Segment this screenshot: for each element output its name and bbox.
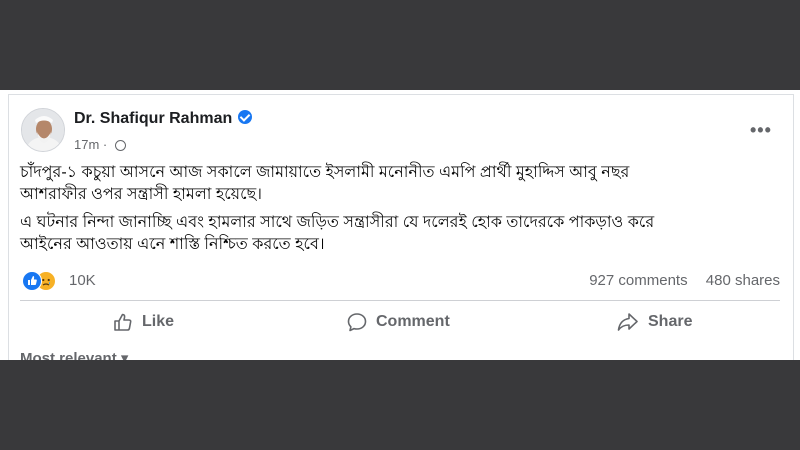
share-button-label: Share (648, 313, 693, 330)
chevron-down-icon: ▾ (120, 350, 129, 360)
post-time[interactable]: 17m (74, 137, 99, 152)
comment-button[interactable]: Comment (346, 304, 450, 340)
thumbs-up-icon (114, 313, 132, 331)
comment-bubble-icon (347, 313, 367, 332)
meta-separator: · (102, 137, 108, 152)
like-button[interactable]: Like (112, 304, 174, 340)
post-paragraph-2: এ ঘটনার নিন্দা জানাচ্ছি এবং হামলার সাথে … (20, 212, 780, 256)
bottom-dark-band (0, 360, 800, 450)
avatar[interactable] (21, 108, 65, 152)
comment-button-label: Comment (376, 313, 450, 330)
paragraph-2-line-1: এ ঘটনার নিন্দা জানাচ্ছি এবং হামলার সাথে … (20, 214, 655, 231)
like-button-label: Like (142, 313, 175, 330)
like-reaction-icon (22, 271, 42, 291)
post-paragraph-1: চাঁদপুর-১ কচুয়া আসনে আজ সকালে জামায়াতে… (20, 162, 780, 206)
reaction-count[interactable]: 10K (69, 272, 96, 289)
avatar-image-icon (22, 109, 64, 151)
more-options-button[interactable]: ••• (750, 120, 772, 141)
post-meta: 17m · (74, 137, 126, 152)
paragraph-1-line-2: আশরাফীর ওপর সন্ত্রাসী হামলা হয়েছে। (20, 186, 262, 203)
top-dark-band (0, 0, 800, 90)
comments-filter-label: Most relevant (20, 350, 117, 360)
post-actions-bar: Like Comment Share (20, 304, 780, 342)
globe-icon (114, 140, 126, 151)
share-arrow-icon (617, 313, 638, 331)
verified-badge-icon (238, 110, 253, 124)
post-card: Dr. Shafiqur Rahman 17m · ••• চাঁদপুর-১ … (0, 90, 800, 360)
author-name-text[interactable]: Dr. Shafiqur Rahman (74, 110, 232, 127)
paragraph-2-line-2: আইনের আওতায় এনে শাস্তি নিশ্চিত করতে হবে… (20, 236, 325, 253)
paragraph-1-line-1: চাঁদপুর-১ কচুয়া আসনে আজ সকালে জামায়াতে… (20, 164, 630, 181)
engagement-stats: 927 comments 480 shares (575, 272, 780, 289)
share-button[interactable]: Share (616, 304, 692, 340)
actions-divider (20, 300, 780, 301)
comments-filter-dropdown[interactable]: Most relevant ▾ (20, 349, 128, 360)
comments-count-link[interactable]: 927 comments (589, 272, 687, 289)
shares-count-link[interactable]: 480 shares (706, 272, 780, 289)
author-name[interactable]: Dr. Shafiqur Rahman (74, 110, 253, 128)
